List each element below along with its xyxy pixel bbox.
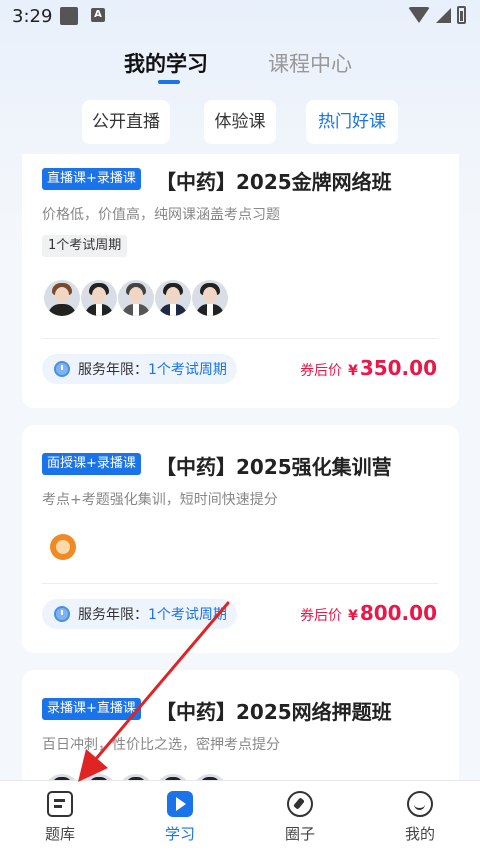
filter-trial-course[interactable]: 体验课	[204, 100, 276, 144]
header-tabs: 我的学习 课程中心	[0, 40, 480, 90]
course-title: 【中药】2025强化集训营	[156, 455, 392, 479]
clock-icon	[54, 361, 70, 377]
nav-label: 我的	[404, 825, 435, 843]
course-description: 考点+考题强化集训，短时间快速提分	[42, 492, 278, 508]
course-description: 百日冲刺，性价比之选，密押考点提分	[42, 737, 280, 753]
exam-period-tag: 1个考试周期	[42, 235, 128, 257]
course-list[interactable]: 直播课+录播课 【中药】2025金牌网络班 价格低，价值高，纯网课涵盖考点习题 …	[22, 154, 459, 780]
tab-my-study[interactable]: 我的学习	[124, 48, 208, 78]
currency-symbol: ¥	[348, 363, 358, 379]
avatar	[44, 280, 80, 316]
question-bank-icon	[47, 791, 73, 817]
avatar	[155, 280, 191, 316]
service-value: 1个考试周期	[148, 607, 227, 623]
teacher-avatars	[44, 280, 229, 316]
divider	[42, 338, 438, 339]
service-label: 服务年限：	[78, 607, 148, 623]
tab-course-center[interactable]: 课程中心	[268, 48, 352, 78]
status-bar: 3:29 A	[0, 0, 480, 34]
notification-app-icon	[60, 7, 78, 25]
filter-chips: 公开直播 体验课 热门好课	[0, 100, 480, 146]
study-play-icon	[167, 791, 193, 817]
course-title: 【中药】2025网络押题班	[156, 700, 392, 724]
nav-circle[interactable]: 圈子	[260, 781, 340, 853]
nav-label: 圈子	[284, 825, 315, 843]
course-title: 【中药】2025金牌网络班	[156, 170, 392, 194]
course-description: 价格低，价值高，纯网课涵盖考点习题	[42, 207, 280, 223]
status-time: 3:29	[12, 6, 53, 27]
compass-icon	[287, 791, 313, 817]
course-card[interactable]: 录播课+直播课 【中药】2025网络押题班 百日冲刺，性价比之选，密押考点提分	[22, 670, 459, 780]
cellular-icon	[436, 7, 451, 23]
course-type-badge: 直播课+录播课	[42, 168, 141, 190]
active-tab-indicator	[158, 80, 180, 84]
price-value: 800.00	[359, 601, 437, 625]
status-icons	[408, 6, 466, 24]
service-period: 服务年限： 1个考试周期	[42, 354, 237, 384]
nav-study[interactable]: 学习	[140, 781, 220, 853]
price-label: 券后价	[300, 608, 343, 624]
filter-hot-course[interactable]: 热门好课	[306, 100, 398, 144]
currency-symbol: ¥	[348, 608, 358, 624]
filter-public-live[interactable]: 公开直播	[82, 100, 170, 144]
price: 券后价 ¥ 350.00	[300, 356, 437, 380]
nav-label: 学习	[164, 825, 195, 843]
service-period: 服务年限： 1个考试周期	[42, 599, 237, 629]
avatar	[192, 280, 228, 316]
notification-a-icon: A	[91, 8, 105, 22]
clock-icon	[54, 606, 70, 622]
wifi-icon	[408, 7, 430, 23]
avatar	[118, 280, 154, 316]
price-label: 券后价	[300, 363, 343, 379]
service-value: 1个考试周期	[148, 362, 227, 378]
course-type-badge: 面授课+录播课	[42, 453, 141, 475]
divider	[42, 583, 438, 584]
battery-icon	[457, 6, 466, 24]
course-type-badge: 录播课+直播课	[42, 698, 141, 720]
nav-question-bank[interactable]: 题库	[20, 781, 100, 853]
nav-label: 题库	[44, 825, 75, 843]
lion-avatar	[50, 534, 76, 560]
bottom-nav: 题库 学习 圈子 我的	[0, 780, 480, 853]
avatar	[81, 280, 117, 316]
course-card[interactable]: 面授课+录播课 【中药】2025强化集训营 考点+考题强化集训，短时间快速提分 …	[22, 425, 459, 653]
price: 券后价 ¥ 800.00	[300, 601, 437, 625]
smile-icon	[407, 791, 433, 817]
service-label: 服务年限：	[78, 362, 148, 378]
price-value: 350.00	[359, 356, 437, 380]
nav-mine[interactable]: 我的	[380, 781, 460, 853]
course-card[interactable]: 直播课+录播课 【中药】2025金牌网络班 价格低，价值高，纯网课涵盖考点习题 …	[22, 154, 459, 408]
